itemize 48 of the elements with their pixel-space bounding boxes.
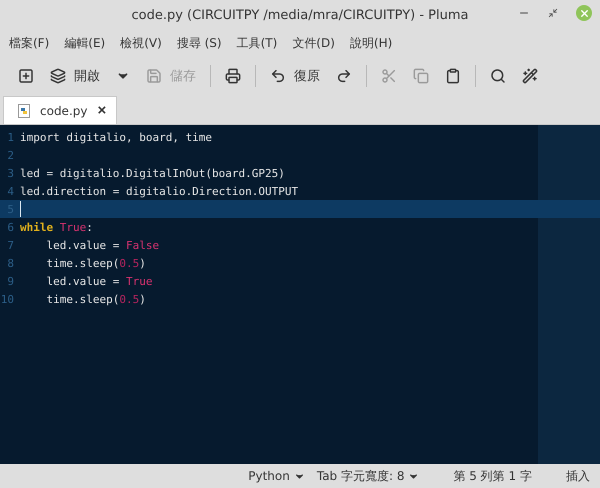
- undo-button[interactable]: 復原: [262, 61, 328, 91]
- printer-icon: [225, 68, 241, 84]
- line-number: 3: [6, 166, 14, 180]
- menu-item[interactable]: 文件(D): [287, 34, 340, 52]
- clipboard-icon: [445, 68, 461, 84]
- menu-item[interactable]: 說明(H): [344, 34, 398, 52]
- scissors-icon: [381, 68, 397, 84]
- code-line: time.sleep(0.5): [45, 292, 146, 306]
- window-title: code.py (CIRCUITPY /media/mra/CIRCUITPY) - Pluma: [131, 8, 469, 22]
- copy-icon: [413, 68, 429, 84]
- line-number: 8: [6, 256, 14, 270]
- text-cursor: [20, 201, 21, 217]
- menu-item[interactable]: 工具(T): [232, 34, 282, 52]
- code-line: led.direction = digitalio.Direction.OUTPUT: [20, 184, 298, 198]
- code-line: led.value = False: [45, 238, 160, 252]
- code-line: led = digitalio.DigitalInOut(board.GP25): [20, 166, 285, 180]
- line-number: 7: [6, 238, 14, 252]
- code-line: while True:: [20, 220, 93, 234]
- line-number: 1: [6, 130, 14, 144]
- tab-label: code.py: [40, 104, 88, 118]
- line-number: 4: [6, 184, 14, 198]
- menu-item[interactable]: 搜尋 (S): [172, 34, 227, 52]
- menu-item[interactable]: 檔案(F): [4, 34, 54, 52]
- menu-item[interactable]: 檢視(V): [115, 34, 167, 52]
- language-selector[interactable]: Python: [248, 469, 305, 483]
- code-line: time.sleep(0.5): [45, 256, 146, 270]
- line-number: 6: [6, 220, 14, 234]
- tab-close-button[interactable]: ×: [97, 102, 106, 119]
- close-icon: [578, 8, 590, 18]
- search-icon: [490, 68, 506, 84]
- line-number: 9: [6, 274, 14, 288]
- line-number: 10: [0, 292, 14, 306]
- file-tab[interactable]: code.py ×: [3, 96, 118, 124]
- insert-mode: 插入: [566, 468, 590, 484]
- open-button[interactable]: 開啟: [42, 61, 108, 91]
- line-number: 2: [6, 148, 14, 162]
- code-line: led.value = True: [45, 274, 152, 288]
- plus-square-icon: [18, 68, 34, 84]
- menu-item[interactable]: 編輯(E): [59, 34, 110, 52]
- cursor-position: 第 5 列第 1 字: [453, 468, 532, 484]
- python-file-icon: [18, 104, 30, 118]
- undo-icon: [270, 68, 286, 84]
- restore-icon[interactable]: [548, 8, 558, 18]
- stacked-windows-icon: [50, 68, 66, 84]
- code-line: import digitalio, board, time: [20, 130, 212, 144]
- redo-icon: [336, 68, 352, 84]
- tab-width-selector[interactable]: Tab 字元寬度: 8: [316, 468, 420, 484]
- wand-icon: [522, 68, 538, 84]
